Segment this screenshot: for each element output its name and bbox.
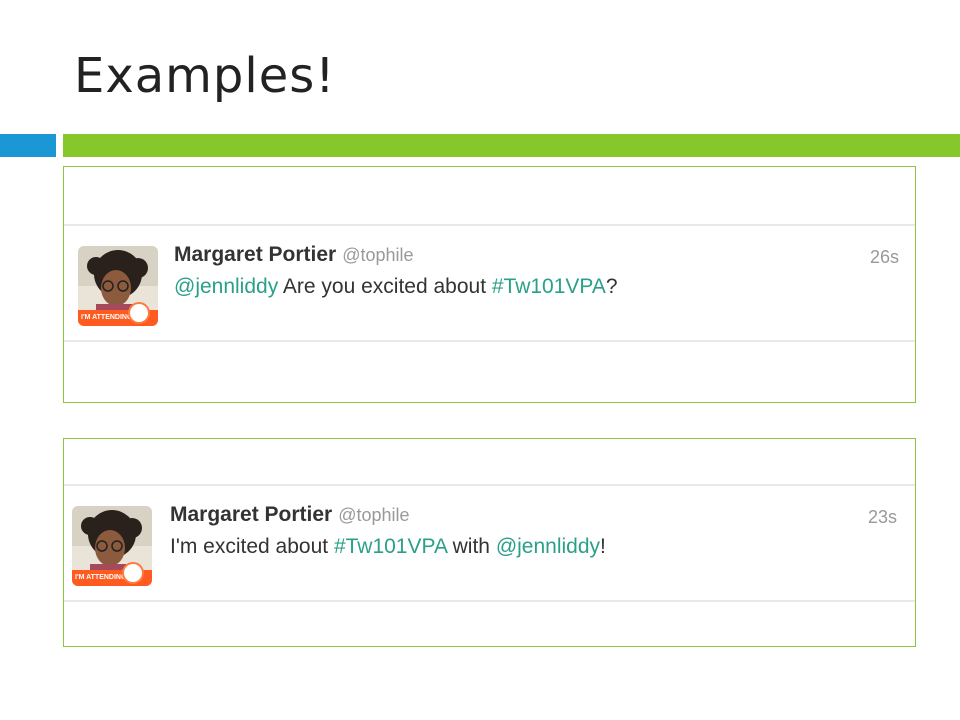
tweet-card-2: I'M ATTENDING Margaret Portier @tophile 2…	[63, 438, 916, 647]
divider	[64, 224, 915, 226]
tweet-text-part: I'm excited about	[170, 535, 334, 558]
avatar[interactable]: I'M ATTENDING	[78, 246, 158, 326]
author-name[interactable]: Margaret Portier	[170, 503, 332, 526]
tweet-text: @jennliddy Are you excited about #Tw101V…	[174, 275, 618, 299]
avatar[interactable]: I'M ATTENDING	[72, 506, 152, 586]
divider	[64, 484, 915, 486]
badge-logo-icon	[128, 302, 150, 324]
mention-link[interactable]: @jennliddy	[496, 535, 600, 558]
hashtag-link[interactable]: #Tw101VPA	[492, 275, 606, 298]
author-name[interactable]: Margaret Portier	[174, 243, 336, 266]
tweet-text-part: !	[600, 535, 606, 558]
tweet-text-part: with	[446, 535, 496, 558]
mention-link[interactable]: @jennliddy	[174, 275, 278, 298]
tweet-header: Margaret Portier @tophile	[170, 503, 410, 527]
accent-bar-green	[63, 134, 960, 157]
accent-bar-blue	[0, 134, 56, 157]
author-handle[interactable]: @tophile	[342, 245, 413, 265]
badge-logo-icon	[122, 562, 144, 584]
tweet-text-part: ?	[605, 275, 618, 298]
author-handle[interactable]: @tophile	[338, 505, 409, 525]
tweet-card-1: I'M ATTENDING Margaret Portier @tophile 2…	[63, 166, 916, 403]
tweet-header: Margaret Portier @tophile	[174, 243, 414, 267]
tweet-timestamp[interactable]: 26s	[870, 247, 899, 268]
tweet-timestamp[interactable]: 23s	[868, 507, 897, 528]
tweet-text-part: Are you excited about	[278, 275, 492, 298]
slide-title: Examples!	[74, 48, 336, 104]
tweet-text: I'm excited about #Tw101VPA with @jennli…	[170, 535, 606, 559]
divider	[64, 340, 915, 342]
hashtag-link[interactable]: #Tw101VPA	[334, 535, 447, 558]
divider	[64, 600, 915, 602]
